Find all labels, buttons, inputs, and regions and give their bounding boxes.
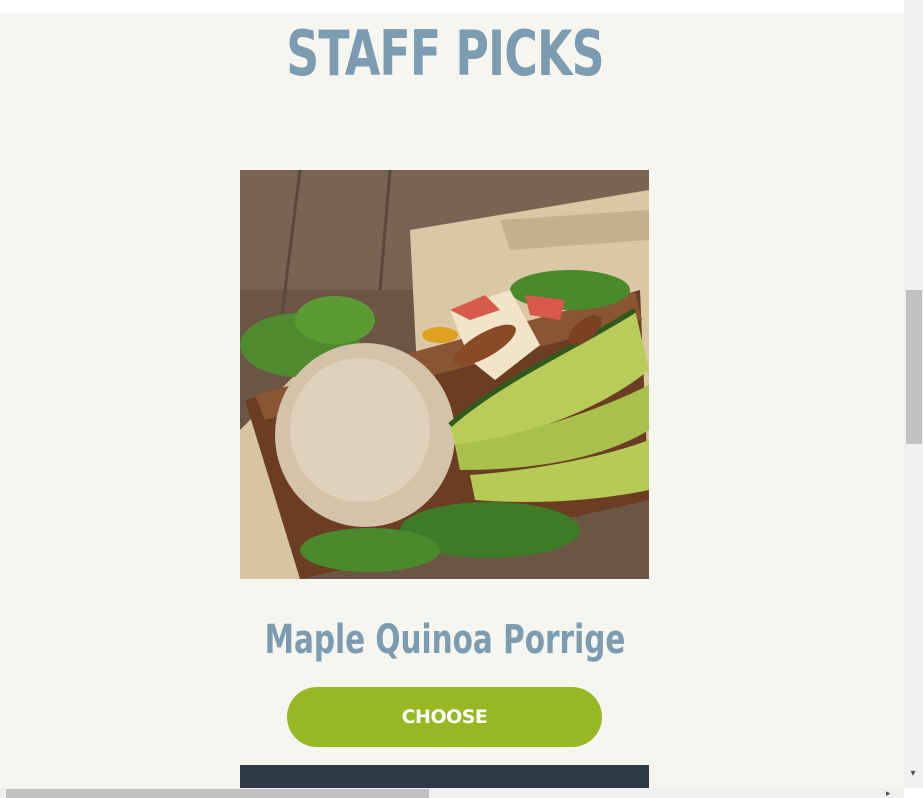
top-bar [0, 0, 904, 13]
scrollbar-corner [904, 788, 923, 798]
salad-bowl-illustration [240, 170, 649, 579]
scroll-right-arrow-icon[interactable]: ▸ [886, 788, 898, 798]
horizontal-scroll-thumb[interactable] [6, 789, 429, 798]
section-title: STAFF PICKS [286, 17, 604, 90]
choose-button[interactable]: CHOOSE [287, 687, 602, 747]
product-image[interactable] [240, 170, 649, 579]
scroll-down-arrow-icon[interactable]: ▾ [907, 768, 919, 780]
vertical-scroll-thumb[interactable] [906, 290, 922, 444]
product-name[interactable]: Maple Quinoa Porrige [80, 614, 810, 666]
